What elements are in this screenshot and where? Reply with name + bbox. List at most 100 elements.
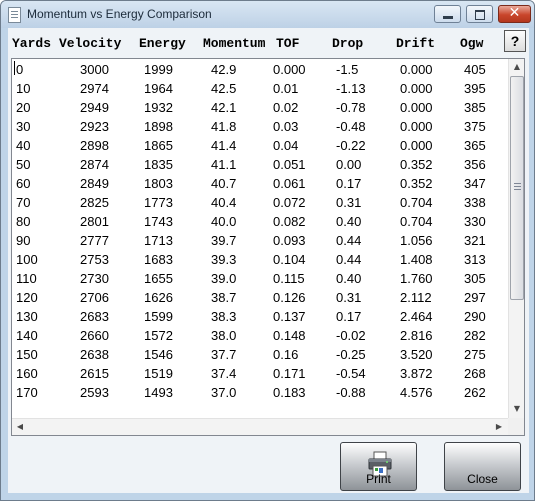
column-header-row: Yards Velocity Energy Momentum TOF Drop … (8, 28, 529, 56)
cell-ogw: 330 (464, 214, 486, 229)
cell-tof: 0.093 (273, 233, 306, 248)
cell-yards: 160 (16, 366, 38, 381)
cell-energy: 1932 (144, 100, 173, 115)
cell-momentum: 42.1 (211, 100, 237, 115)
table-row[interactable]: 80 2801 1743 40.0 0.082 0.40 0.704 330 (12, 211, 508, 230)
cell-drift: 2.816 (400, 328, 433, 343)
cell-energy: 1572 (144, 328, 173, 343)
cell-drift: 0.000 (400, 62, 433, 77)
cell-tof: 0.148 (273, 328, 306, 343)
cell-drop: 0.40 (336, 214, 362, 229)
scroll-right-arrow-icon[interactable]: ▶ (491, 419, 507, 435)
cell-ogw: 313 (464, 252, 486, 267)
table-row[interactable]: 20 2949 1932 42.1 0.02 -0.78 0.000 385 (12, 97, 508, 116)
cell-momentum: 38.0 (211, 328, 237, 343)
cell-drop: 0.44 (336, 233, 362, 248)
window-title: Momentum vs Energy Comparison (27, 7, 212, 21)
cell-drift: 2.464 (400, 309, 433, 324)
table-row[interactable]: 30 2923 1898 41.8 0.03 -0.48 0.000 375 (12, 116, 508, 135)
close-button[interactable]: Close (444, 442, 521, 491)
cell-drift: 0.000 (400, 138, 433, 153)
results-list[interactable]: 0 3000 1999 42.9 0.000 -1.5 0.000 405 10 2974 1964… (11, 58, 525, 436)
table-row[interactable]: 110 2730 1655 39.0 0.115 0.40 1.760 305 (12, 268, 508, 287)
cell-energy: 1655 (144, 271, 173, 286)
cell-yards: 30 (16, 119, 31, 134)
scroll-down-arrow-icon[interactable]: ▼ (509, 401, 524, 417)
cell-velocity: 3000 (80, 62, 109, 77)
table-row[interactable]: 130 2683 1599 38.3 0.137 0.17 2.464 290 (12, 306, 508, 325)
cell-ogw: 338 (464, 195, 486, 210)
cell-ogw: 290 (464, 309, 486, 324)
cell-drift: 1.056 (400, 233, 433, 248)
table-row[interactable]: 90 2777 1713 39.7 0.093 0.44 1.056 321 (12, 230, 508, 249)
cell-yards: 90 (16, 233, 31, 248)
cell-drop: 0.00 (336, 157, 362, 172)
momentum-energy-window: Momentum vs Energy Comparison ✕ Yards Ve… (0, 0, 535, 501)
cell-drop: -1.5 (336, 62, 359, 77)
minimize-button[interactable] (434, 5, 461, 23)
cell-yards: 100 (16, 252, 38, 267)
cell-drift: 0.000 (400, 119, 433, 134)
column-header-drop: Drop (332, 36, 364, 51)
cell-velocity: 2874 (80, 157, 109, 172)
cell-drop: 0.17 (336, 309, 362, 324)
cell-tof: 0.03 (273, 119, 299, 134)
cell-yards: 110 (16, 271, 37, 286)
table-row[interactable]: 50 2874 1835 41.1 0.051 0.00 0.352 356 (12, 154, 508, 173)
cell-velocity: 2660 (80, 328, 109, 343)
scroll-up-arrow-icon[interactable]: ▲ (509, 59, 524, 75)
cell-tof: 0.137 (273, 309, 306, 324)
scrollbar-corner (508, 418, 524, 435)
cell-velocity: 2825 (80, 195, 109, 210)
cell-ogw: 282 (464, 328, 486, 343)
cell-tof: 0.02 (273, 100, 299, 115)
cell-drop: 0.17 (336, 176, 362, 191)
cell-drift: 1.408 (400, 252, 433, 267)
cell-velocity: 2949 (80, 100, 109, 115)
column-header-velocity: Velocity (59, 36, 122, 51)
dialog-body: Yards Velocity Energy Momentum TOF Drop … (8, 28, 529, 493)
help-button[interactable]: ? (504, 30, 526, 52)
table-row[interactable]: 70 2825 1773 40.4 0.072 0.31 0.704 338 (12, 192, 508, 211)
print-button[interactable]: Print (340, 442, 417, 491)
table-row[interactable]: 150 2638 1546 37.7 0.16 -0.25 3.520 275 (12, 344, 508, 363)
table-row[interactable]: 170 2593 1493 37.0 0.183 -0.88 4.576 262 (12, 382, 508, 401)
table-row[interactable]: 140 2660 1572 38.0 0.148 -0.02 2.816 282 (12, 325, 508, 344)
table-row[interactable]: 10 2974 1964 42.5 0.01 -1.13 0.000 395 (12, 78, 508, 97)
cell-energy: 1713 (144, 233, 173, 248)
cell-momentum: 37.4 (211, 366, 237, 381)
title-bar[interactable]: Momentum vs Energy Comparison ✕ (1, 1, 534, 28)
cell-tof: 0.051 (273, 157, 306, 172)
cell-drop: 0.40 (336, 271, 362, 286)
cell-velocity: 2753 (80, 252, 109, 267)
cell-momentum: 40.7 (211, 176, 237, 191)
cell-drop: -0.88 (336, 385, 366, 400)
cell-tof: 0.072 (273, 195, 306, 210)
cell-yards: 140 (16, 328, 38, 343)
cell-ogw: 305 (464, 271, 486, 286)
table-row[interactable]: 160 2615 1519 37.4 0.171 -0.54 3.872 268 (12, 363, 508, 382)
cell-ogw: 321 (464, 233, 486, 248)
cell-momentum: 41.1 (211, 157, 237, 172)
minimize-icon (443, 16, 453, 19)
cell-yards: 70 (16, 195, 31, 210)
table-row[interactable]: 40 2898 1865 41.4 0.04 -0.22 0.000 365 (12, 135, 508, 154)
table-row[interactable]: 100 2753 1683 39.3 0.104 0.44 1.408 313 (12, 249, 508, 268)
cell-ogw: 385 (464, 100, 486, 115)
cell-yards: 60 (16, 176, 31, 191)
table-row[interactable]: 120 2706 1626 38.7 0.126 0.31 2.112 297 (12, 287, 508, 306)
cell-tof: 0.000 (273, 62, 306, 77)
column-header-energy: Energy (139, 36, 186, 51)
table-row[interactable]: 60 2849 1803 40.7 0.061 0.17 0.352 347 (12, 173, 508, 192)
vertical-scroll-thumb[interactable] (510, 76, 524, 300)
table-row[interactable]: 0 3000 1999 42.9 0.000 -1.5 0.000 405 (12, 59, 508, 78)
cell-velocity: 2777 (80, 233, 109, 248)
scroll-left-arrow-icon[interactable]: ◀ (12, 419, 28, 435)
close-window-button[interactable]: ✕ (498, 5, 531, 23)
horizontal-scrollbar[interactable]: ◀ ▶ (12, 418, 508, 435)
vertical-scrollbar[interactable]: ▲ ▼ (508, 59, 524, 418)
maximize-button[interactable] (466, 5, 493, 23)
cell-drop: 0.44 (336, 252, 362, 267)
cell-energy: 1835 (144, 157, 173, 172)
cell-energy: 1773 (144, 195, 173, 210)
